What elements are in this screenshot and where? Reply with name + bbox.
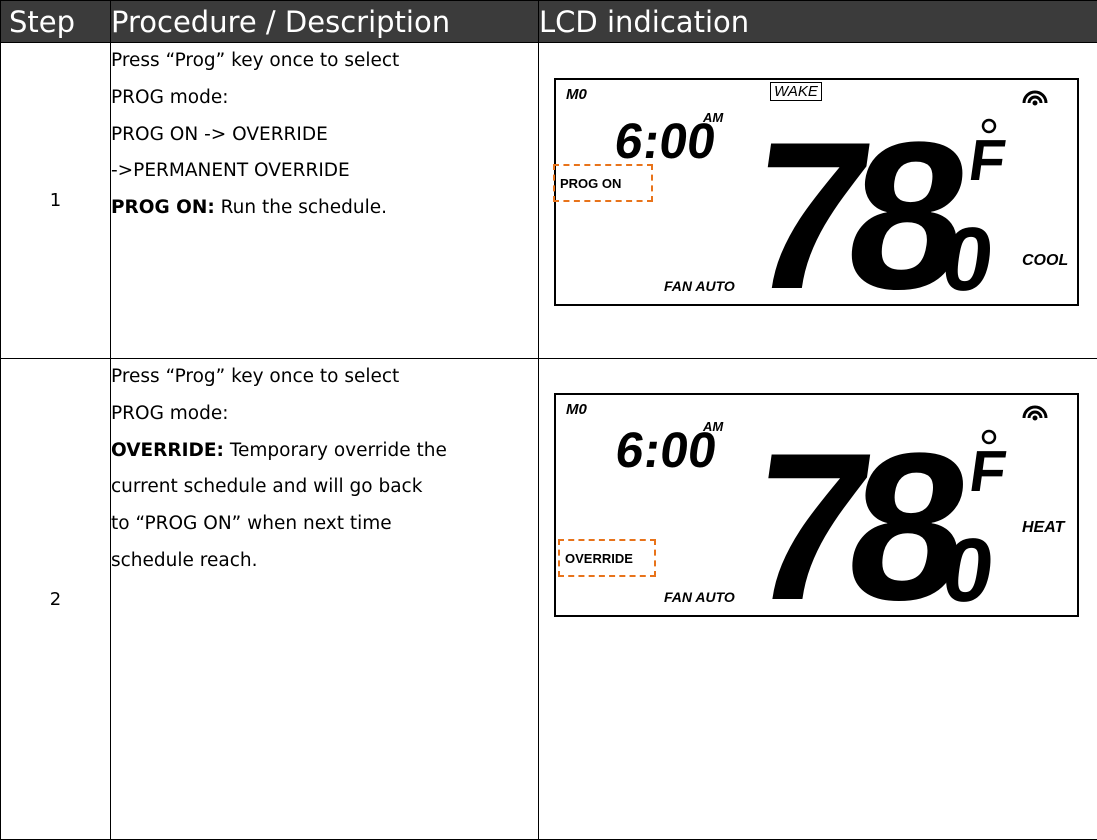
lcd-mode: HEAT [1022, 519, 1064, 537]
lcd-display: M0 WAKE 6:00 78 0 F [554, 78, 1079, 306]
header-row: Step Procedure / Description LCD indicat… [1, 1, 1097, 43]
seven-segment-digits: 6:00 78 0 F [556, 395, 1077, 615]
lcd-cell: M0 WAKE 6:00 78 0 F [539, 43, 1097, 359]
description-line: schedule reach. [111, 543, 538, 580]
description-line: PROG ON: Run the schedule. [111, 190, 538, 227]
header-step: Step [1, 1, 111, 43]
description-line: PROG ON -> OVERRIDE [111, 117, 538, 154]
description-line: OVERRIDE: Temporary override the [111, 433, 538, 470]
description-text: Run the schedule. [215, 197, 387, 218]
table-row: 2 Press “Prog” key once to select PROG m… [1, 359, 1097, 840]
lcd-temp-digits: 78 0 F [735, 98, 1015, 304]
lcd-fan: FAN AUTO [664, 278, 735, 294]
description-line: ->PERMANENT OVERRIDE [111, 153, 538, 190]
description-line: PROG mode: [111, 396, 538, 433]
procedure-table: Step Procedure / Description LCD indicat… [0, 0, 1097, 840]
step-number: 2 [1, 359, 111, 840]
lcd-ampm: AM [703, 110, 723, 125]
step-number: 1 [1, 43, 111, 359]
procedure-description: Press “Prog” key once to select PROG mod… [111, 43, 539, 359]
description-text: Temporary override the [224, 440, 447, 461]
lcd-status: OVERRIDE [565, 551, 633, 566]
header-procedure: Procedure / Description [111, 1, 539, 43]
description-line: PROG mode: [111, 80, 538, 117]
lcd-cell: M0 6:00 78 0 F [539, 359, 1097, 840]
lcd-status: PROG ON [560, 176, 621, 191]
lcd-temp-digits: 78 0 F [736, 409, 1016, 615]
bold-label: PROG ON: [111, 197, 215, 218]
lcd-fan: FAN AUTO [664, 589, 735, 605]
description-line: current schedule and will go back [111, 469, 538, 506]
description-line: Press “Prog” key once to select [111, 43, 538, 80]
bold-label: OVERRIDE: [111, 440, 224, 461]
lcd-display: M0 6:00 78 0 F [554, 393, 1079, 617]
description-line: Press “Prog” key once to select [111, 359, 538, 396]
lcd-ampm: AM [703, 419, 723, 434]
lcd-mode: COOL [1022, 252, 1068, 270]
header-lcd: LCD indication [539, 1, 1097, 43]
procedure-description: Press “Prog” key once to select PROG mod… [111, 359, 539, 840]
table-row: 1 Press “Prog” key once to select PROG m… [1, 43, 1097, 359]
description-line: to “PROG ON” when next time [111, 506, 538, 543]
